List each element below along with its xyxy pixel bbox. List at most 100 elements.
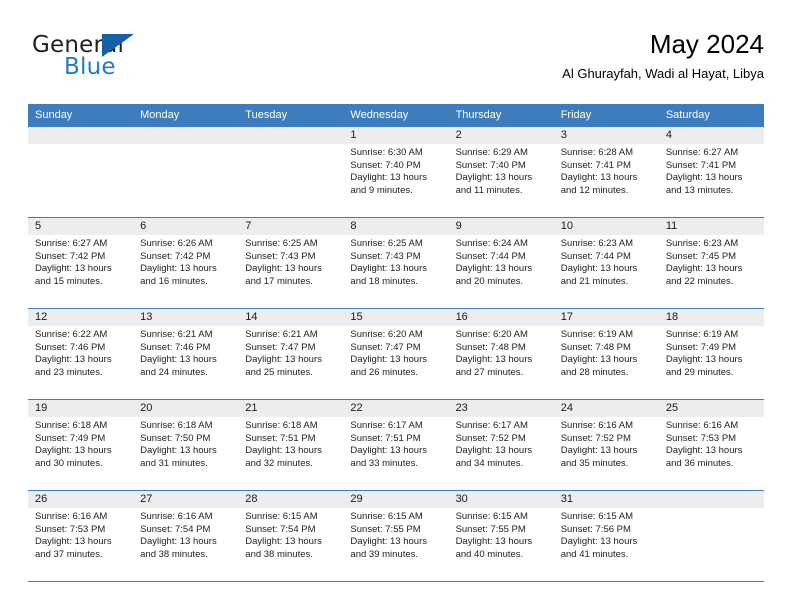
day-number: 10: [553, 218, 659, 235]
day-number: 14: [238, 309, 344, 326]
day-info: Sunrise: 6:23 AM Sunset: 7:45 PM Daylight:…: [659, 235, 764, 288]
day-number: 29: [343, 491, 449, 508]
weekday-header-monday: Monday: [140, 109, 180, 121]
day-info: Sunrise: 6:18 AM Sunset: 7:51 PM Daylight:…: [238, 417, 343, 470]
day-cell-27[interactable]: 27 Sunrise: 6:16 AM Sunset: 7:54 PM Dayligh…: [133, 491, 239, 581]
day-cell-26[interactable]: 26 Sunrise: 6:16 AM Sunset: 7:53 PM Dayligh…: [28, 491, 134, 581]
day-cell-14[interactable]: 14 Sunrise: 6:21 AM Sunset: 7:47 PM Dayligh…: [238, 309, 344, 399]
day-cell-25[interactable]: 25 Sunrise: 6:16 AM Sunset: 7:53 PM Dayligh…: [658, 400, 764, 490]
day-number: [658, 491, 764, 508]
day-cell-6[interactable]: 6 Sunrise: 6:26 AM Sunset: 7:42 PM Daylight…: [133, 218, 239, 308]
day-cell-18[interactable]: 18 Sunrise: 6:19 AM Sunset: 7:49 PM Dayligh…: [658, 309, 764, 399]
day-info: Sunrise: 6:19 AM Sunset: 7:48 PM Daylight:…: [554, 326, 659, 379]
day-number: 23: [448, 400, 554, 417]
sunset-text: Sunset: 7:54 PM: [245, 523, 316, 535]
day-number: 30: [448, 491, 554, 508]
calendar-week-row: 19 Sunrise: 6:18 AM Sunset: 7:49 PM Dayligh…: [28, 399, 764, 490]
sunrise-text: Sunrise: 6:16 AM: [665, 420, 739, 431]
day-cell-22[interactable]: 22 Sunrise: 6:17 AM Sunset: 7:51 PM Dayligh…: [343, 400, 449, 490]
weekday-header-sunday: Sunday: [35, 109, 73, 121]
day-cell-13[interactable]: 13 Sunrise: 6:21 AM Sunset: 7:46 PM Dayligh…: [133, 309, 239, 399]
day-cell-1[interactable]: 1 Sunrise: 6:30 AM Sunset: 7:40 PM Daylight…: [343, 127, 449, 217]
daylight-text: Daylight: 13 hours and 34 minutes.: [455, 445, 533, 469]
day-cell-29[interactable]: 29 Sunrise: 6:15 AM Sunset: 7:55 PM Dayligh…: [343, 491, 449, 581]
day-cell-8[interactable]: 8 Sunrise: 6:25 AM Sunset: 7:43 PM Daylight…: [343, 218, 449, 308]
day-info: Sunrise: 6:17 AM Sunset: 7:51 PM Daylight:…: [343, 417, 448, 470]
sunrise-text: Sunrise: 6:22 AM: [35, 329, 108, 340]
sunset-text: Sunset: 7:54 PM: [140, 523, 211, 535]
day-cell-7[interactable]: 7 Sunrise: 6:25 AM Sunset: 7:43 PM Daylight…: [238, 218, 344, 308]
daylight-text: Daylight: 13 hours and 23 minutes.: [35, 354, 112, 378]
sunrise-text: Sunrise: 6:17 AM: [455, 420, 528, 431]
day-cell-12[interactable]: 12 Sunrise: 6:22 AM Sunset: 7:46 PM Dayligh…: [28, 309, 134, 399]
day-info: Sunrise: 6:25 AM Sunset: 7:43 PM Daylight:…: [343, 235, 448, 288]
day-cell-empty: [28, 127, 134, 217]
brand-name-bottom: Blue: [64, 54, 116, 80]
day-number: 4: [658, 127, 764, 144]
day-cell-20[interactable]: 20 Sunrise: 6:18 AM Sunset: 7:50 PM Dayligh…: [133, 400, 239, 490]
day-number: 8: [343, 218, 449, 235]
sunrise-text: Sunrise: 6:21 AM: [245, 329, 318, 340]
day-info: Sunrise: 6:16 AM Sunset: 7:54 PM Daylight:…: [133, 508, 238, 561]
day-cell-30[interactable]: 30 Sunrise: 6:15 AM Sunset: 7:55 PM Dayligh…: [448, 491, 554, 581]
day-number: 7: [238, 218, 344, 235]
sunrise-text: Sunrise: 6:15 AM: [245, 511, 318, 522]
brand-logo[interactable]: General Blue: [32, 32, 242, 92]
day-info: Sunrise: 6:16 AM Sunset: 7:53 PM Daylight:…: [28, 508, 133, 561]
day-cell-28[interactable]: 28 Sunrise: 6:15 AM Sunset: 7:54 PM Dayligh…: [238, 491, 344, 581]
day-number: [238, 127, 344, 144]
sunrise-text: Sunrise: 6:15 AM: [455, 511, 528, 522]
day-number: 17: [553, 309, 659, 326]
day-cell-21[interactable]: 21 Sunrise: 6:18 AM Sunset: 7:51 PM Dayligh…: [238, 400, 344, 490]
day-info: Sunrise: 6:19 AM Sunset: 7:49 PM Daylight:…: [659, 326, 764, 379]
sunset-text: Sunset: 7:46 PM: [35, 341, 106, 353]
day-cell-9[interactable]: 9 Sunrise: 6:24 AM Sunset: 7:44 PM Daylight…: [448, 218, 554, 308]
daylight-text: Daylight: 13 hours and 38 minutes.: [245, 536, 322, 560]
day-number: 2: [448, 127, 554, 144]
sunset-text: Sunset: 7:55 PM: [350, 523, 421, 535]
day-info: Sunrise: 6:20 AM Sunset: 7:48 PM Daylight:…: [449, 326, 554, 379]
day-cell-11[interactable]: 11 Sunrise: 6:23 AM Sunset: 7:45 PM Dayligh…: [658, 218, 764, 308]
sunset-text: Sunset: 7:52 PM: [455, 432, 526, 444]
day-cell-31[interactable]: 31 Sunrise: 6:15 AM Sunset: 7:56 PM Dayligh…: [553, 491, 659, 581]
sunset-text: Sunset: 7:44 PM: [455, 250, 526, 262]
daylight-text: Daylight: 13 hours and 13 minutes.: [665, 172, 743, 196]
calendar-week-row: 1 Sunrise: 6:30 AM Sunset: 7:40 PM Daylight…: [28, 126, 764, 217]
weekday-header-row: Sunday Monday Tuesday Wednesday Thursday Frid…: [28, 104, 764, 126]
sunset-text: Sunset: 7:53 PM: [665, 432, 737, 444]
day-cell-3[interactable]: 3 Sunrise: 6:28 AM Sunset: 7:41 PM Daylight…: [553, 127, 659, 217]
calendar-weeks: 1 Sunrise: 6:30 AM Sunset: 7:40 PM Daylight…: [28, 126, 764, 582]
day-cell-10[interactable]: 10 Sunrise: 6:23 AM Sunset: 7:44 PM Dayligh…: [553, 218, 659, 308]
day-cell-16[interactable]: 16 Sunrise: 6:20 AM Sunset: 7:48 PM Dayligh…: [448, 309, 554, 399]
day-cell-23[interactable]: 23 Sunrise: 6:17 AM Sunset: 7:52 PM Dayligh…: [448, 400, 554, 490]
day-number: 5: [28, 218, 134, 235]
day-number: 31: [553, 491, 659, 508]
day-cell-4[interactable]: 4 Sunrise: 6:27 AM Sunset: 7:41 PM Daylight…: [658, 127, 764, 217]
sunset-text: Sunset: 7:47 PM: [350, 341, 421, 353]
sunrise-text: Sunrise: 6:16 AM: [140, 511, 213, 522]
daylight-text: Daylight: 13 hours and 17 minutes.: [245, 263, 322, 287]
day-info: Sunrise: 6:21 AM Sunset: 7:47 PM Daylight:…: [238, 326, 343, 379]
daylight-text: Daylight: 13 hours and 12 minutes.: [560, 172, 638, 196]
weekday-header-tuesday: Tuesday: [245, 109, 288, 121]
daylight-text: Daylight: 13 hours and 28 minutes.: [560, 354, 638, 378]
sunrise-text: Sunrise: 6:27 AM: [665, 147, 739, 158]
day-cell-empty: [238, 127, 344, 217]
day-info: Sunrise: 6:26 AM Sunset: 7:42 PM Daylight:…: [133, 235, 238, 288]
day-cell-5[interactable]: 5 Sunrise: 6:27 AM Sunset: 7:42 PM Daylight…: [28, 218, 134, 308]
daylight-text: Daylight: 13 hours and 11 minutes.: [455, 172, 533, 196]
daylight-text: Daylight: 13 hours and 25 minutes.: [245, 354, 322, 378]
sunset-text: Sunset: 7:41 PM: [665, 159, 737, 171]
day-cell-19[interactable]: 19 Sunrise: 6:18 AM Sunset: 7:49 PM Dayligh…: [28, 400, 134, 490]
sunrise-text: Sunrise: 6:21 AM: [140, 329, 213, 340]
day-cell-24[interactable]: 24 Sunrise: 6:16 AM Sunset: 7:52 PM Dayligh…: [553, 400, 659, 490]
day-cell-17[interactable]: 17 Sunrise: 6:19 AM Sunset: 7:48 PM Dayligh…: [553, 309, 659, 399]
sunrise-text: Sunrise: 6:25 AM: [350, 238, 423, 249]
sunset-text: Sunset: 7:41 PM: [560, 159, 631, 171]
weekday-header-wednesday: Wednesday: [350, 109, 409, 121]
day-cell-2[interactable]: 2 Sunrise: 6:29 AM Sunset: 7:40 PM Daylight…: [448, 127, 554, 217]
sunset-text: Sunset: 7:51 PM: [350, 432, 421, 444]
day-info: Sunrise: 6:27 AM Sunset: 7:42 PM Daylight:…: [28, 235, 133, 288]
day-cell-15[interactable]: 15 Sunrise: 6:20 AM Sunset: 7:47 PM Dayligh…: [343, 309, 449, 399]
day-info: Sunrise: 6:16 AM Sunset: 7:53 PM Daylight:…: [659, 417, 764, 470]
